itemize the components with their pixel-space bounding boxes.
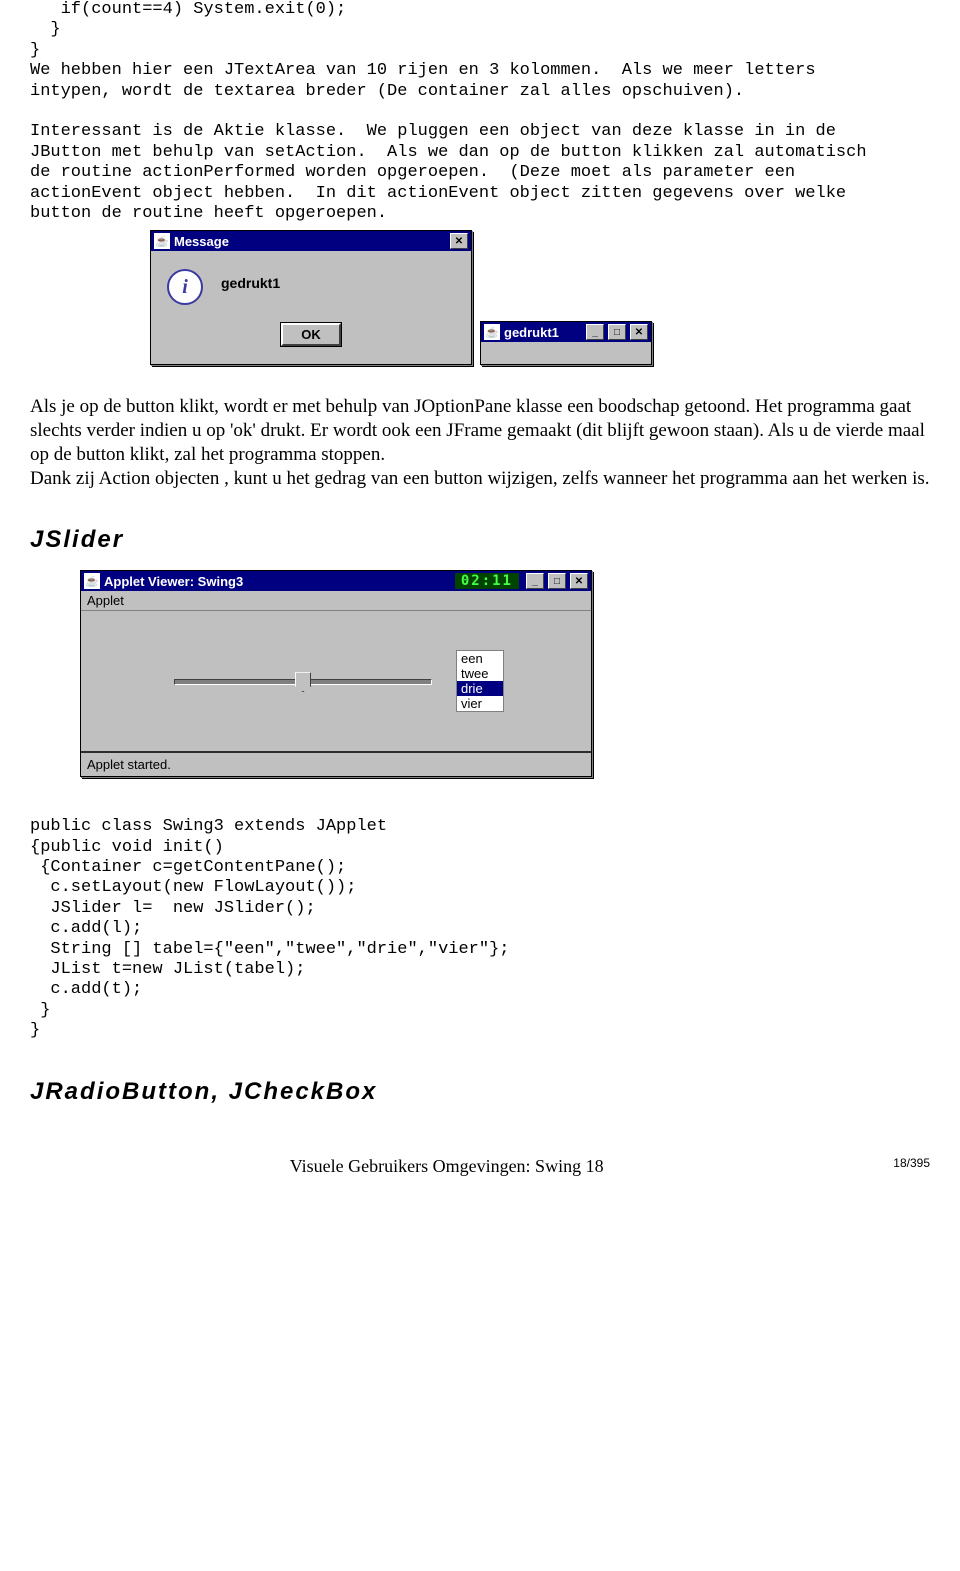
- gedrukt-titlebar: ☕ gedrukt1 _ □ ✕: [481, 322, 651, 342]
- clock-display: 02:11: [455, 573, 519, 589]
- message-text: gedrukt1: [221, 275, 280, 291]
- footer-text: Visuele Gebruikers Omgevingen: Swing 18: [290, 1156, 604, 1176]
- jslider[interactable]: [168, 671, 438, 691]
- applet-titlebar: ☕ Applet Viewer: Swing3 02:11 _ □ ✕: [81, 571, 591, 591]
- figure-message-windows: ☕ Message ✕ i gedrukt1 OK ☕ gedrukt1 _ □…: [150, 230, 930, 365]
- minimize-icon[interactable]: _: [586, 324, 604, 340]
- page-number: 18/395: [893, 1156, 930, 1170]
- paragraph-2: Dank zij Action objecten , kunt u het ge…: [30, 467, 930, 491]
- close-icon[interactable]: ✕: [570, 573, 588, 589]
- maximize-icon[interactable]: □: [608, 324, 626, 340]
- applet-body: een twee drie vier: [81, 611, 591, 751]
- list-item[interactable]: vier: [457, 696, 503, 711]
- ok-button[interactable]: OK: [281, 323, 341, 346]
- applet-menubar[interactable]: Applet: [81, 591, 591, 611]
- applet-status: Applet started.: [81, 751, 591, 776]
- slider-thumb[interactable]: [295, 672, 311, 692]
- java-cup-icon: ☕: [484, 324, 500, 340]
- paragraph-1: Als je op de button klikt, wordt er met …: [30, 395, 930, 466]
- gedrukt-frame: ☕ gedrukt1 _ □ ✕: [480, 321, 652, 365]
- list-item[interactable]: een: [457, 651, 503, 666]
- close-icon[interactable]: ✕: [630, 324, 648, 340]
- heading-jslider: JSlider: [30, 526, 930, 554]
- close-icon[interactable]: ✕: [450, 233, 468, 249]
- java-cup-icon: ☕: [154, 233, 170, 249]
- applet-title: Applet Viewer: Swing3: [104, 574, 451, 589]
- java-cup-icon: ☕: [84, 573, 100, 589]
- info-icon: i: [167, 269, 203, 305]
- message-title: Message: [174, 234, 446, 249]
- maximize-icon[interactable]: □: [548, 573, 566, 589]
- list-item[interactable]: twee: [457, 666, 503, 681]
- list-item[interactable]: drie: [457, 681, 503, 696]
- code-block-2: public class Swing3 extends JApplet {pub…: [30, 817, 930, 1041]
- message-dialog: ☕ Message ✕ i gedrukt1 OK: [150, 230, 472, 365]
- gedrukt-title: gedrukt1: [504, 325, 582, 340]
- message-titlebar: ☕ Message ✕: [151, 231, 471, 251]
- minimize-icon[interactable]: _: [526, 573, 544, 589]
- jlist[interactable]: een twee drie vier: [456, 650, 504, 712]
- code-block-1: if(count==4) System.exit(0); } } We hebb…: [30, 0, 930, 224]
- heading-jradiobutton: JRadioButton, JCheckBox: [30, 1078, 930, 1106]
- applet-viewer: ☕ Applet Viewer: Swing3 02:11 _ □ ✕ Appl…: [80, 570, 592, 777]
